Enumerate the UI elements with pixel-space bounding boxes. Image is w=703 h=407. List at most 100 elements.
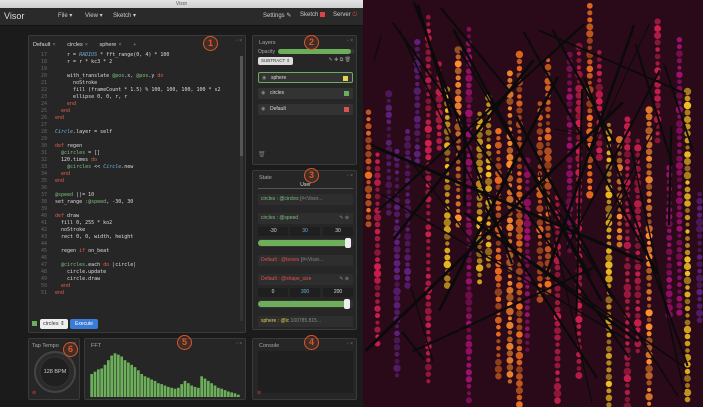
sketch-dot — [386, 161, 392, 167]
sketch-dot — [625, 208, 630, 213]
menu-sketch[interactable]: Sketch ▾ — [113, 12, 136, 19]
window-controls[interactable]: ▫ × — [347, 341, 353, 347]
sketch-dot — [567, 80, 573, 86]
eye-icon[interactable]: ◉ — [261, 104, 265, 115]
fft-bar — [106, 360, 110, 397]
sketch-dot — [685, 285, 690, 290]
layer-item-circles[interactable]: ◉ circles — [258, 88, 353, 99]
speed-max-input[interactable]: 30 — [323, 227, 353, 236]
window-title: Visor — [175, 1, 188, 7]
sketch-dot — [385, 181, 393, 189]
speed-knob[interactable] — [345, 238, 352, 248]
code-text: @speed ||= 10 — [55, 192, 95, 198]
sketch-dot — [365, 193, 372, 199]
fft-bar — [230, 392, 234, 397]
console-panel: Console ▫ × ⊘ — [252, 338, 357, 400]
add-tab-button[interactable]: + — [133, 42, 136, 48]
window-controls[interactable]: ▫ × — [347, 38, 353, 44]
sketch-dot — [536, 296, 544, 303]
sketch-dot — [365, 151, 372, 158]
layer-item-default[interactable]: ◉ Default — [258, 104, 353, 115]
tab-default[interactable]: Default × — [33, 42, 56, 48]
close-icon[interactable]: × — [118, 42, 121, 48]
sketch-dot — [444, 254, 451, 261]
settings-button[interactable]: Settings ✎ — [263, 12, 291, 19]
sketch-dot — [676, 169, 683, 176]
layer-tools[interactable]: ✎ ✚ ⧉ 🗑 — [329, 57, 351, 63]
close-icon[interactable]: × — [52, 42, 55, 48]
sketch-dot — [507, 106, 512, 111]
window-controls[interactable]: ▫ × — [236, 341, 242, 347]
size-value-input[interactable]: 300 — [290, 288, 320, 297]
sketch-dot — [426, 267, 431, 272]
trash-icon[interactable]: 🗑 — [258, 151, 266, 158]
speed-slider[interactable] — [258, 238, 353, 248]
blend-mode-select[interactable]: SUBTRACT ⇕ — [258, 57, 294, 65]
sketch-dot — [655, 131, 660, 136]
code-text: r = RADIUS * fft_range(0, 4) * 100 — [55, 52, 170, 58]
sketch-dot — [386, 98, 391, 103]
speed-value-input[interactable]: 30 — [290, 227, 320, 236]
sketch-dot — [455, 201, 461, 207]
sketch-dot — [566, 100, 573, 107]
sketch-dot — [515, 218, 524, 227]
window-controls[interactable]: ▫ × — [236, 38, 242, 44]
menu-view[interactable]: View ▾ — [85, 12, 103, 19]
line-number: 40 — [40, 213, 47, 219]
tab-circles[interactable]: circles × — [67, 42, 88, 48]
sketch-dot — [465, 89, 473, 96]
sketch-dot — [676, 37, 683, 43]
sketch-dot — [606, 339, 612, 345]
sketch-dot — [616, 213, 623, 220]
size-knob[interactable] — [344, 299, 351, 309]
code-area[interactable]: 17 r = RADIUS * fft_range(0, 4) * 100 18 … — [31, 52, 239, 326]
tab-sphere[interactable]: sphere × — [100, 42, 122, 48]
sketch-dot — [485, 171, 492, 178]
sketch-dot — [634, 263, 642, 271]
sketch-dot — [466, 209, 472, 214]
window-controls[interactable]: ▫ × — [347, 173, 353, 179]
console-output[interactable] — [258, 351, 353, 393]
fft-bar — [200, 376, 204, 397]
layer-select[interactable]: circles ⇕ — [40, 319, 68, 329]
sketch-dot — [456, 187, 461, 192]
size-min-input[interactable]: 0 — [258, 288, 288, 297]
sketch-dot — [516, 317, 523, 324]
sketch-button[interactable]: Sketch — [300, 12, 326, 18]
layer-item-sphere[interactable]: ◉ sphere — [258, 72, 353, 83]
sketch-dot — [425, 154, 432, 161]
edit-icon[interactable]: ✎ ⊗ — [339, 274, 349, 285]
size-slider[interactable] — [258, 299, 353, 309]
code-line: 22 fill (frameCount * 1.5) % 100, 100, 1… — [31, 87, 239, 94]
sketch-dot — [654, 31, 662, 40]
sketch-dot — [507, 77, 513, 83]
sketch-dot — [393, 337, 401, 344]
execute-button[interactable]: Execute — [70, 319, 99, 329]
editor-scrollbar[interactable] — [240, 56, 243, 156]
edit-icon[interactable]: ✎ ⊗ — [339, 213, 349, 224]
sketch-dot — [477, 272, 482, 278]
clear-console-icon[interactable]: ⊘ — [257, 390, 261, 396]
sketch-dot — [516, 58, 523, 65]
sketch-dot — [586, 72, 593, 79]
eye-icon[interactable]: ◉ — [262, 73, 266, 84]
sketch-dot — [554, 285, 561, 292]
size-max-input[interactable]: 200 — [323, 288, 353, 297]
eye-icon[interactable]: ◉ — [261, 88, 265, 99]
reset-icon[interactable]: ⊘ — [32, 390, 36, 396]
tab-user[interactable]: User — [258, 182, 353, 189]
sketch-dot — [624, 158, 631, 165]
sketch-dot — [496, 136, 501, 141]
server-button[interactable]: Server ⏻ — [333, 12, 357, 19]
sketch-dot — [646, 198, 652, 203]
sketch-dot — [444, 275, 451, 282]
close-icon[interactable]: × — [85, 42, 88, 48]
speed-min-input[interactable]: -30 — [258, 227, 288, 236]
sketch-dot — [506, 286, 514, 294]
var-name: @boxes — [281, 257, 300, 263]
sketch-dot — [454, 60, 462, 68]
sketch-dot — [506, 357, 514, 364]
sketch-dot — [523, 198, 532, 207]
opacity-slider[interactable] — [278, 49, 355, 54]
menu-file[interactable]: File ▾ — [58, 12, 72, 19]
